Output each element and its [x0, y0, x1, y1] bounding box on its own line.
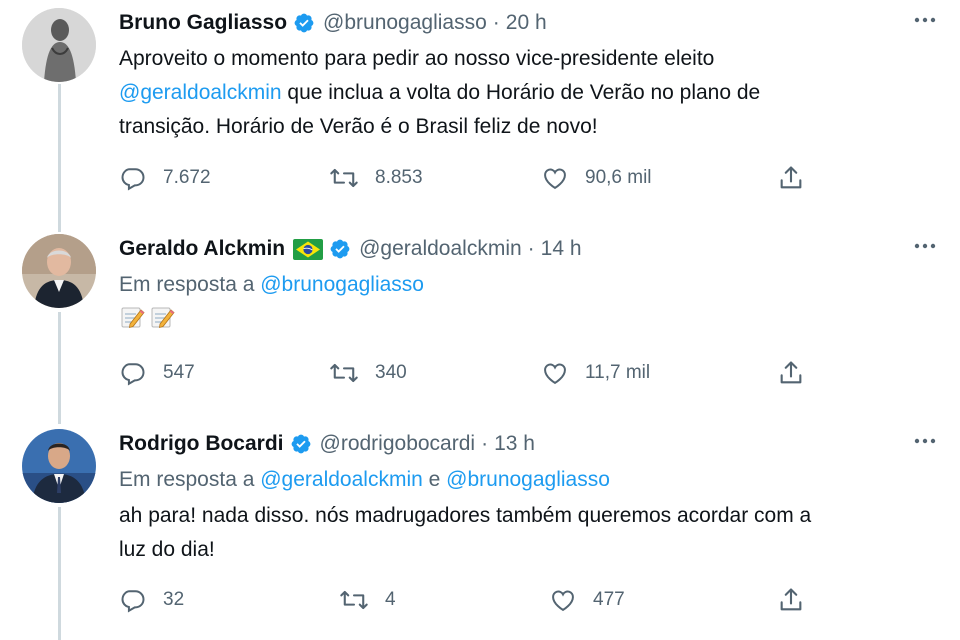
share-button[interactable] — [777, 359, 805, 387]
retweet-button[interactable]: 8.853 — [329, 164, 423, 192]
reply-context: Em resposta a @brunogagliasso — [119, 268, 919, 302]
tweet-text-line: ah para! nada disso. nós madrugadores ta… — [119, 504, 812, 527]
tweet-actions: 7.672 8.853 90,6 mil — [119, 164, 819, 192]
retweet-count: 8.853 — [375, 167, 423, 188]
reply-context-joiner: e — [422, 468, 447, 491]
user-handle[interactable]: @geraldoalckmin — [359, 237, 522, 261]
like-button[interactable]: 90,6 mil — [541, 164, 652, 192]
display-name[interactable]: Geraldo Alckmin — [119, 237, 285, 261]
tweet[interactable]: Bruno Gagliasso @brunogagliasso · 20 h A… — [0, 0, 960, 222]
share-icon — [777, 164, 805, 192]
like-icon — [549, 586, 577, 614]
verified-badge-icon — [290, 433, 312, 455]
memo-emoji-icon — [149, 304, 175, 330]
reply-button[interactable]: 7.672 — [119, 164, 211, 192]
retweet-icon — [329, 164, 359, 192]
tweet-text-fragment: que inclua a volta do Horário de Verão n… — [281, 81, 761, 104]
timestamp[interactable]: 14 h — [541, 237, 582, 261]
display-name[interactable]: Bruno Gagliasso — [119, 11, 287, 35]
tweet-text-line: transição. Horário de Verão é o Brasil f… — [119, 115, 598, 138]
reply-button[interactable]: 32 — [119, 586, 184, 614]
more-icon[interactable] — [910, 234, 940, 258]
retweet-button[interactable]: 4 — [339, 586, 396, 614]
timestamp[interactable]: 13 h — [494, 432, 535, 456]
reply-context: Em resposta a @geraldoalckmin e @brunoga… — [119, 463, 919, 497]
separator-dot: · — [492, 11, 500, 34]
avatar[interactable] — [22, 234, 96, 308]
share-icon — [777, 359, 805, 387]
separator-dot: · — [481, 432, 489, 455]
tweet[interactable]: Geraldo Alckmin @geraldoalckmin · 14 h E… — [0, 226, 960, 420]
mention-link[interactable]: @brunogagliasso — [446, 468, 610, 491]
avatar[interactable] — [22, 429, 96, 503]
tweet-actions: 547 340 11,7 mil — [119, 359, 819, 387]
more-icon[interactable] — [910, 429, 940, 453]
reply-icon — [119, 586, 147, 614]
tweet-thread: Bruno Gagliasso @brunogagliasso · 20 h A… — [0, 0, 960, 640]
mention-link[interactable]: @geraldoalckmin — [260, 468, 423, 491]
timestamp[interactable]: 20 h — [506, 11, 547, 35]
verified-badge-icon — [329, 238, 351, 260]
reply-icon — [119, 359, 147, 387]
tweet-text: Em resposta a @geraldoalckmin e @brunoga… — [119, 463, 919, 567]
verified-badge-icon — [293, 12, 315, 34]
mention-link[interactable]: @geraldoalckmin — [119, 81, 282, 104]
memo-emoji-icon — [119, 304, 145, 330]
like-count: 90,6 mil — [585, 167, 652, 188]
reply-context-prefix: Em resposta a — [119, 273, 261, 296]
share-icon — [777, 586, 805, 614]
like-button[interactable]: 477 — [549, 586, 625, 614]
reply-button[interactable]: 547 — [119, 359, 195, 387]
share-button[interactable] — [777, 586, 805, 614]
reply-context-prefix: Em resposta a — [119, 468, 261, 491]
mention-link[interactable]: @brunogagliasso — [260, 273, 424, 296]
like-count: 11,7 mil — [585, 362, 651, 383]
reply-count: 7.672 — [163, 167, 211, 188]
more-icon[interactable] — [910, 8, 940, 32]
tweet-header: Geraldo Alckmin @geraldoalckmin · 14 h — [119, 234, 582, 264]
tweet-emoji-row — [119, 304, 919, 330]
tweet-text-line: @geraldoalckmin que inclua a volta do Ho… — [119, 76, 919, 110]
like-icon — [541, 164, 569, 192]
tweet-text: Em resposta a @brunogagliasso — [119, 268, 919, 330]
tweet-text-line: luz do dia! — [119, 538, 215, 561]
tweet-header: Rodrigo Bocardi @rodrigobocardi · 13 h — [119, 429, 535, 459]
share-button[interactable] — [777, 164, 805, 192]
retweet-count: 4 — [385, 589, 396, 610]
tweet-text: Aproveito o momento para pedir ao nosso … — [119, 42, 919, 144]
separator-dot: · — [527, 237, 535, 260]
display-name[interactable]: Rodrigo Bocardi — [119, 432, 284, 456]
avatar[interactable] — [22, 8, 96, 82]
reply-count: 32 — [163, 589, 185, 610]
like-count: 477 — [593, 589, 625, 610]
retweet-button[interactable]: 340 — [329, 359, 407, 387]
tweet-text-line: Aproveito o momento para pedir ao nosso … — [119, 47, 715, 70]
user-handle[interactable]: @rodrigobocardi — [320, 432, 476, 456]
retweet-icon — [329, 359, 359, 387]
reply-icon — [119, 164, 147, 192]
brazil-flag-icon — [293, 238, 324, 260]
like-button[interactable]: 11,7 mil — [541, 359, 650, 387]
user-handle[interactable]: @brunogagliasso — [323, 11, 487, 35]
tweet-actions: 32 4 477 — [119, 586, 819, 614]
like-icon — [541, 359, 569, 387]
retweet-icon — [339, 586, 369, 614]
tweet[interactable]: Rodrigo Bocardi @rodrigobocardi · 13 h E… — [0, 421, 960, 640]
retweet-count: 340 — [375, 362, 407, 383]
tweet-header: Bruno Gagliasso @brunogagliasso · 20 h — [119, 8, 547, 38]
reply-count: 547 — [163, 362, 195, 383]
